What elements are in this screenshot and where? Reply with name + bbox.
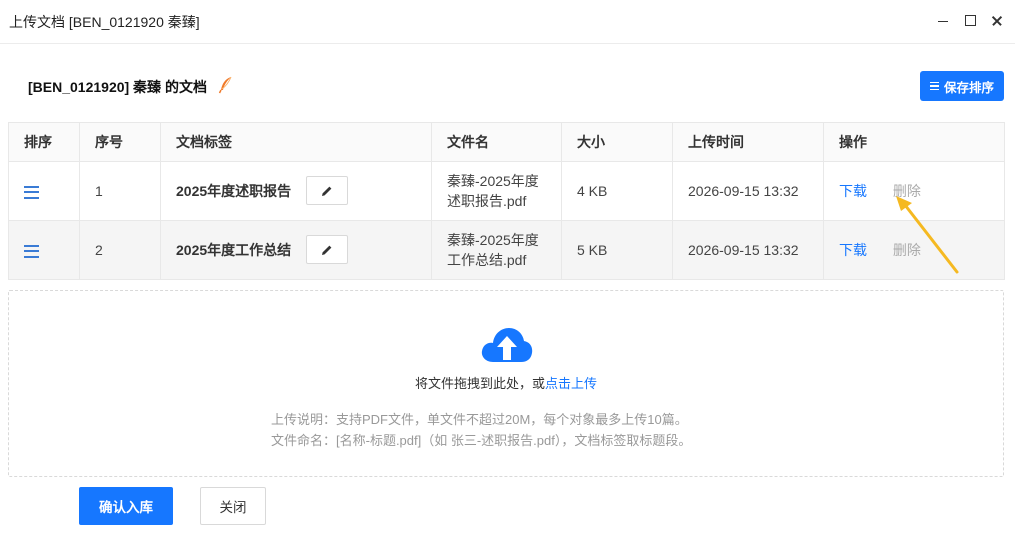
click-upload-link[interactable]: 点击上传 (545, 376, 597, 391)
column-header-label: 文档标签 (160, 122, 432, 162)
download-link[interactable]: 下载 (839, 242, 867, 258)
title-bar: 上传文档 [BEN_0121920 秦臻] (0, 0, 1015, 44)
file-name-line2: 工作总结.pdf (447, 252, 527, 268)
edit-label-button[interactable] (306, 176, 348, 205)
dropzone-prompt-text: 将文件拖拽到此处，或 (414, 376, 545, 391)
file-name-line2: 述职报告.pdf (447, 193, 527, 209)
close-icon[interactable] (987, 11, 1007, 31)
upload-dropzone[interactable]: 将文件拖拽到此处，或点击上传 上传说明：支持PDF文件，单文件不超过20M，每个… (8, 290, 1004, 477)
upload-time: 2026-09-15 13:32 (672, 161, 824, 221)
file-size: 4 KB (561, 161, 673, 221)
upload-time: 2026-09-15 13:32 (672, 220, 824, 280)
column-header-actions: 操作 (823, 122, 1005, 162)
pencil-icon (322, 186, 332, 196)
table-header-row: 排序 序号 文档标签 文件名 大小 上传时间 操作 (8, 122, 1005, 162)
menu-icon (929, 82, 939, 90)
table-row: 1 2025年度述职报告 秦臻-2025年度 述职报告.pdf 4 KB 2026… (8, 161, 1005, 221)
file-name-line1: 秦臻-2025年度 (447, 173, 539, 189)
upload-note: 上传说明：支持PDF文件，单文件不超过20M，每个对象最多上传10篇。 (271, 412, 688, 427)
delete-link[interactable]: 删除 (893, 242, 921, 258)
column-header-sort: 排序 (8, 122, 80, 162)
row-index: 2 (79, 220, 161, 280)
confirm-button[interactable]: 确认入库 (79, 487, 173, 525)
page-title: [BEN_0121920] 秦臻 的文档 (28, 79, 207, 95)
save-order-button[interactable]: 保存排序 (920, 71, 1004, 101)
row-index: 1 (79, 161, 161, 221)
save-order-label: 保存排序 (943, 80, 994, 95)
delete-link[interactable]: 删除 (893, 183, 921, 199)
cloud-upload-icon (481, 328, 533, 362)
close-button[interactable]: 关闭 (200, 487, 266, 525)
edit-label-button[interactable] (306, 235, 348, 264)
maximize-icon[interactable] (961, 11, 981, 31)
drag-handle-icon[interactable] (24, 185, 39, 199)
window-title: 上传文档 [BEN_0121920 秦臻] (9, 14, 200, 30)
column-header-filename: 文件名 (431, 122, 562, 162)
file-size: 5 KB (561, 220, 673, 280)
document-label: 2025年度述职报告 (176, 183, 292, 199)
pencil-icon (322, 245, 332, 255)
dropzone-prompt: 将文件拖拽到此处，或点击上传 (9, 373, 1003, 392)
naming-note: 文件命名：[名称-标题.pdf]（如 张三-述职报告.pdf），文档标签取标题段… (271, 433, 692, 448)
drag-handle-icon[interactable] (24, 244, 39, 258)
column-header-size: 大小 (561, 122, 673, 162)
minimize-icon[interactable] (933, 11, 953, 31)
feather-icon (218, 76, 232, 94)
document-table: 排序 序号 文档标签 文件名 大小 上传时间 操作 1 2025年度述职报告 秦… (8, 122, 1005, 280)
document-label: 2025年度工作总结 (176, 242, 292, 258)
column-header-upload-time: 上传时间 (672, 122, 824, 162)
column-header-index: 序号 (79, 122, 161, 162)
table-row: 2 2025年度工作总结 秦臻-2025年度 工作总结.pdf 5 KB 2026… (8, 220, 1005, 280)
download-link[interactable]: 下载 (839, 183, 867, 199)
file-name-line1: 秦臻-2025年度 (447, 232, 539, 248)
